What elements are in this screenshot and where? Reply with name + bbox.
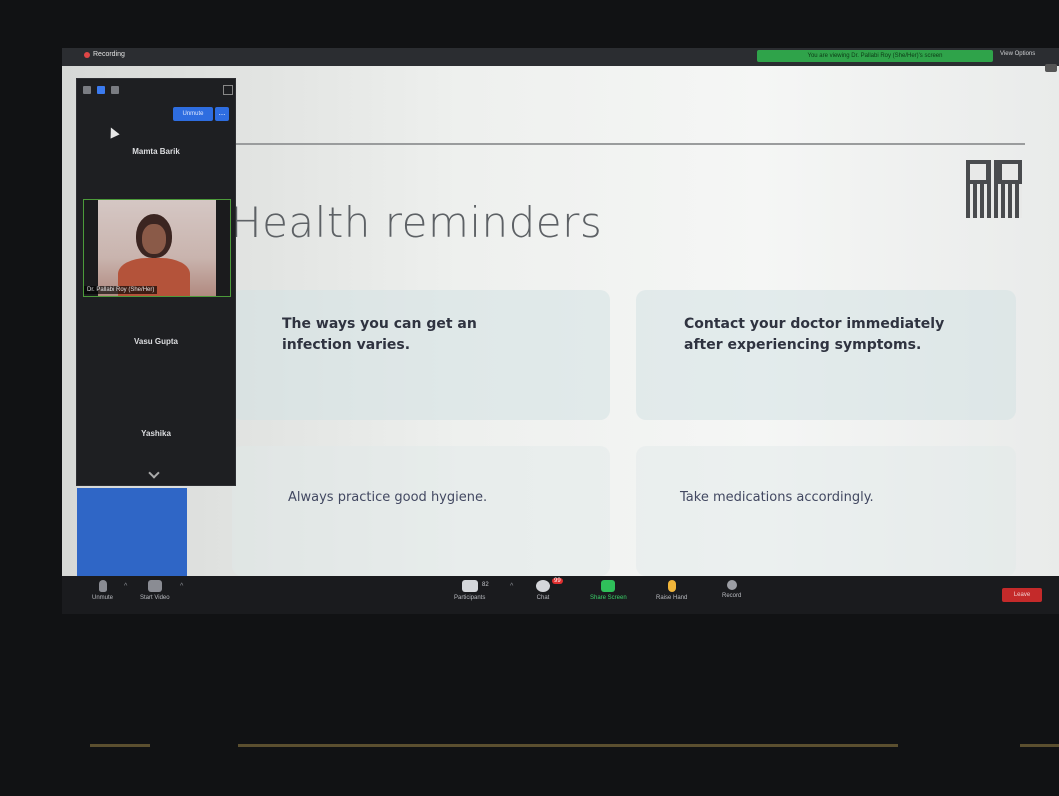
participant-name-label: Dr. Pallabi Roy (She/Her): [84, 286, 158, 294]
chat-icon: [536, 580, 550, 592]
gallery-view-icon[interactable]: [111, 86, 119, 94]
chevron-up-icon[interactable]: ^: [124, 583, 127, 590]
recording-dot-icon: [84, 51, 90, 58]
unmute-toolbar-label: Unmute: [92, 595, 114, 601]
reminder-card-text: Take medications accordingly.: [680, 490, 874, 505]
leave-button[interactable]: Leave: [1002, 588, 1042, 602]
reminder-card: Always practice good hygiene.: [232, 446, 610, 576]
participants-button[interactable]: Participants: [454, 580, 485, 601]
viewing-banner: You are viewing Dr. Pallabi Roy (She/Her…: [757, 50, 993, 62]
pop-out-icon[interactable]: [223, 85, 233, 95]
minimize-icon[interactable]: [83, 86, 91, 94]
participants-count: 82: [482, 582, 489, 588]
more-options-button[interactable]: ...: [215, 107, 229, 121]
record-icon: [726, 580, 737, 590]
reminder-card-text: Always practice good hygiene.: [288, 490, 488, 505]
record-label: Record: [722, 593, 742, 599]
chat-button[interactable]: Chat 99: [536, 578, 563, 601]
start-video-label: Start Video: [140, 595, 170, 601]
share-screen-button[interactable]: Share Screen: [590, 580, 627, 601]
participant-name: Yashika: [141, 429, 171, 438]
recording-indicator[interactable]: Recording: [84, 51, 125, 58]
record-button[interactable]: Record: [722, 580, 741, 599]
slide-accent-block: [77, 488, 187, 578]
slide-divider: [232, 143, 1025, 145]
reminder-card: Take medications accordingly.: [636, 446, 1016, 576]
meeting-top-bar: Recording You are viewing Dr. Pallabi Ro…: [62, 48, 1059, 72]
share-screen-icon: [601, 580, 616, 592]
reminder-card: The ways you can get an infection varies…: [232, 290, 610, 420]
participant-name: Vasu Gupta: [133, 337, 178, 346]
reminder-card: Contact your doctor immediately after ex…: [636, 290, 1016, 420]
chevron-up-icon[interactable]: ^: [510, 583, 513, 590]
mouse-cursor-icon: [106, 125, 120, 139]
recording-label: Recording: [93, 51, 125, 58]
desk-reflection: [90, 744, 150, 747]
video-camera-icon: [147, 580, 162, 592]
speaker-view-icon[interactable]: [97, 86, 105, 94]
hand-icon: [667, 580, 676, 592]
participant-name: Mamta Barik: [132, 147, 180, 156]
chat-label: Chat: [536, 595, 550, 601]
microphone-icon: [98, 580, 107, 592]
share-screen-label: Share Screen: [590, 595, 627, 601]
participant-video-tile[interactable]: Dr. Pallabi Roy (She/Her): [83, 199, 231, 297]
chevron-up-icon[interactable]: ^: [180, 583, 183, 590]
unmute-button[interactable]: Unmute: [173, 107, 213, 121]
raise-hand-button[interactable]: Raise Hand: [656, 580, 687, 601]
chevron-down-icon[interactable]: [148, 467, 160, 479]
participant-face: [142, 224, 166, 254]
panel-header: [77, 79, 241, 101]
unmute-toolbar-button[interactable]: Unmute: [92, 580, 113, 601]
qr-code-icon: [966, 160, 1022, 218]
participants-label: Participants: [454, 595, 486, 601]
meeting-window: Health reminders The ways you can get an…: [62, 48, 1059, 614]
raise-hand-label: Raise Hand: [656, 595, 688, 601]
slide-title: Health reminders: [230, 198, 603, 247]
start-video-button[interactable]: Start Video: [140, 580, 170, 601]
meeting-toolbar: Unmute ^ Start Video ^ Participants 82 ^…: [62, 576, 1059, 614]
participants-icon: [461, 580, 478, 592]
view-options-button[interactable]: View Options: [1000, 51, 1035, 57]
desk-reflection: [238, 744, 898, 747]
chat-unread-badge: 99: [552, 578, 563, 584]
participant-gallery-panel: Unmute ... Mamta Barik Dr. Pallabi Roy (…: [76, 78, 236, 486]
reminder-card-text: The ways you can get an infection varies…: [282, 316, 477, 353]
reminder-card-text: Contact your doctor immediately after ex…: [684, 316, 945, 353]
desk-reflection: [1020, 744, 1059, 747]
window-control-icon[interactable]: [1045, 64, 1057, 72]
